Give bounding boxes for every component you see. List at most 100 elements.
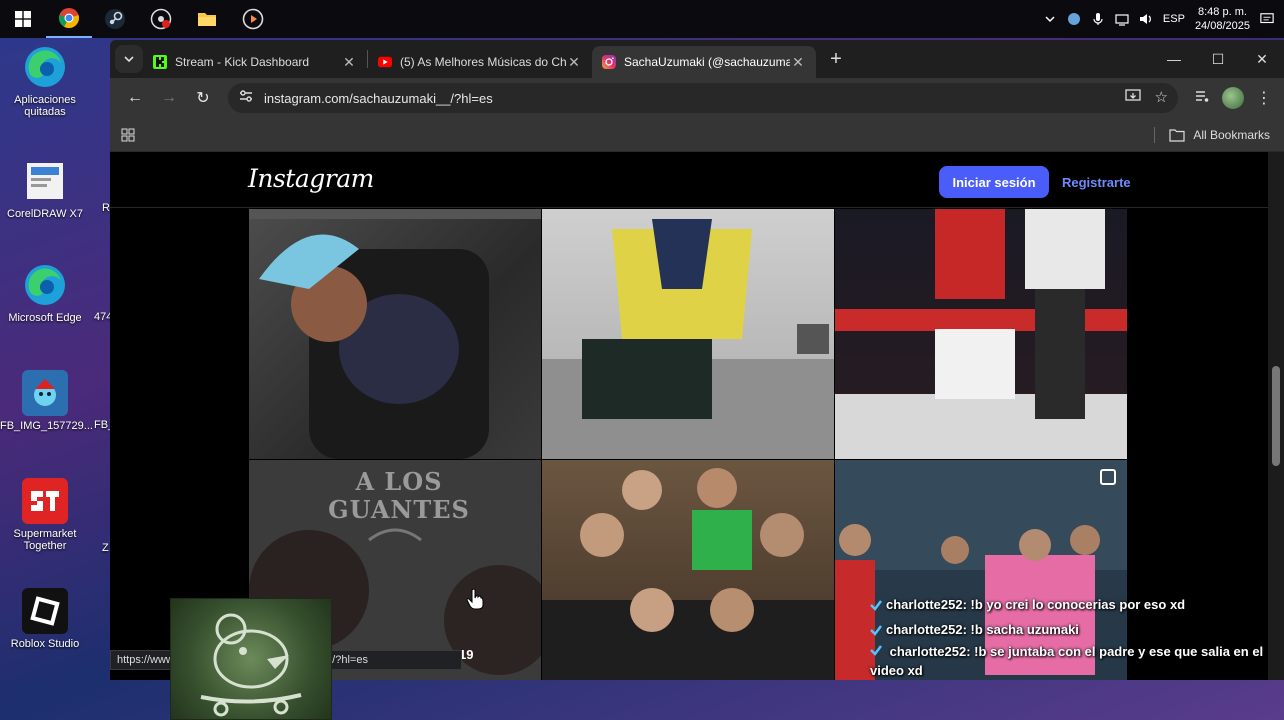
close-tab-icon[interactable]: ✕: [341, 54, 357, 71]
more-menu-icon[interactable]: ⋮: [1256, 88, 1272, 108]
taskbar-chrome[interactable]: [46, 0, 92, 38]
post-tile[interactable]: [542, 209, 834, 459]
post-tile[interactable]: [542, 460, 834, 680]
youtube-icon: [378, 55, 392, 69]
taskbar-recorder[interactable]: [138, 0, 184, 38]
image-file-icon: [22, 370, 68, 416]
forward-button[interactable]: →: [152, 83, 186, 113]
edge-icon: [22, 44, 68, 90]
desktop-icon-supermarket[interactable]: Supermarket Together: [0, 478, 90, 552]
clock[interactable]: 8:48 p. m. 24/08/2025: [1195, 5, 1250, 33]
post-tile[interactable]: [835, 209, 1127, 459]
media-controls-icon[interactable]: [1194, 88, 1210, 109]
divider: [1154, 127, 1156, 143]
close-window-button[interactable]: ✕: [1240, 40, 1284, 78]
microphone-icon[interactable]: [1091, 12, 1105, 26]
page-scrollbar[interactable]: [1268, 152, 1284, 680]
reload-button[interactable]: ↻: [186, 83, 220, 113]
post-image: [542, 219, 834, 459]
chevron-up-icon[interactable]: [1043, 12, 1057, 26]
tab-title: SachaUzumaki (@sachauzumak: [624, 55, 790, 69]
tab-instagram[interactable]: SachaUzumaki (@sachauzumak ✕: [592, 46, 816, 78]
steam-tray-icon[interactable]: [1067, 12, 1081, 26]
folder-icon: [1169, 129, 1185, 142]
desktop-icon-label: Supermarket Together: [13, 528, 77, 552]
apps-grid-icon[interactable]: [118, 125, 138, 145]
close-tab-icon[interactable]: ✕: [790, 54, 806, 71]
chat-badge-icon: [870, 644, 882, 656]
tab-title: (5) As Melhores Músicas do Chu: [400, 55, 566, 69]
install-app-icon[interactable]: [1124, 88, 1141, 109]
maximize-button[interactable]: ☐: [1196, 40, 1240, 78]
clock-time: 8:48 p. m.: [1198, 6, 1247, 18]
edge-icon: [22, 262, 68, 308]
signup-link[interactable]: Registrarte: [1062, 166, 1131, 198]
desktop-icon-edge[interactable]: Microsoft Edge: [0, 262, 90, 324]
taskbar-file-explorer[interactable]: [184, 0, 230, 38]
chat-username: charlotte252: [889, 644, 967, 659]
volume-icon[interactable]: [1139, 12, 1153, 26]
url-text: instagram.com/sachauzumaki__/?hl=es: [264, 90, 493, 106]
star-icon[interactable]: ☆: [1155, 88, 1168, 109]
desktop-icon-coreldraw[interactable]: CorelDRAW X7: [0, 158, 90, 220]
window-controls: — ☐ ✕: [1152, 40, 1284, 78]
kick-icon: [153, 55, 167, 69]
post-image: [249, 209, 541, 459]
arrow-left-icon: ←: [127, 89, 143, 106]
browser-toolbar: ← → ↻ instagram.com/sachauzumaki__/?hl=e…: [110, 78, 1284, 118]
tab-strip: Stream - Kick Dashboard ✕ (5) As Melhore…: [110, 40, 1284, 78]
browser-window: Stream - Kick Dashboard ✕ (5) As Melhore…: [110, 40, 1284, 680]
login-button[interactable]: Iniciar sesión: [939, 166, 1049, 198]
instagram-icon: [602, 55, 616, 69]
post-image: [542, 468, 834, 680]
plus-icon: +: [830, 47, 842, 70]
new-tab-button[interactable]: +: [822, 45, 850, 73]
post-image: [835, 209, 1127, 459]
back-button[interactable]: ←: [118, 83, 152, 113]
clock-date: 24/08/2025: [1194, 20, 1250, 32]
language-indicator[interactable]: ESP: [1163, 13, 1185, 25]
chat-username: charlotte252: [886, 597, 963, 612]
all-bookmarks-button[interactable]: All Bookmarks: [1154, 118, 1270, 152]
arrow-right-icon: →: [161, 89, 177, 106]
taskbar-media-player[interactable]: [230, 0, 276, 38]
minimize-button[interactable]: —: [1152, 40, 1196, 78]
taskbar: ESP 8:48 p. m. 24/08/2025: [0, 0, 1284, 38]
taskbar-steam[interactable]: [92, 0, 138, 38]
close-icon: ✕: [1256, 50, 1268, 67]
chat-username: charlotte252: [886, 622, 963, 637]
tab-kick-dashboard[interactable]: Stream - Kick Dashboard ✕: [143, 46, 367, 78]
reload-icon: ↻: [196, 90, 210, 107]
notifications-icon[interactable]: [1260, 12, 1274, 26]
webcam-overlay: [170, 598, 332, 720]
desktop-icon-label: Aplicaciones quitadas: [14, 94, 76, 118]
chat-message: charlotte252: !b sacha uzumaki: [870, 617, 1270, 642]
network-icon[interactable]: [1115, 12, 1129, 26]
site-info-icon[interactable]: [238, 88, 254, 109]
instagram-header: Instagram Iniciar sesión Registrarte: [110, 152, 1268, 208]
scrollbar-thumb[interactable]: [1272, 366, 1280, 466]
folder-icon: [198, 13, 216, 26]
profile-avatar[interactable]: [1222, 87, 1244, 109]
tab-search-button[interactable]: [115, 45, 143, 73]
close-tab-icon[interactable]: ✕: [566, 54, 582, 71]
coreldraw-icon: [22, 158, 68, 204]
post-tile[interactable]: [249, 209, 541, 459]
instagram-logo[interactable]: Instagram: [248, 164, 374, 193]
hand-cursor-icon: [466, 588, 484, 610]
desktop-icon-roblox-studio[interactable]: Roblox Studio: [0, 588, 90, 650]
stream-chat-overlay: charlotte252: !b yo crei lo conocerias p…: [870, 592, 1270, 680]
chat-message: charlotte252: !b se juntaba con el padre…: [870, 644, 1264, 678]
desktop-icon-fb-img[interactable]: FB_IMG_157729...: [0, 370, 93, 432]
tab-youtube[interactable]: (5) As Melhores Músicas do Chu ✕: [368, 46, 592, 78]
minimize-icon: —: [1167, 51, 1181, 67]
start-button[interactable]: [0, 0, 46, 38]
toolbar-actions: ⋮: [1194, 87, 1272, 109]
chevron-down-icon: [124, 56, 134, 63]
desktop-icon-aplicaciones[interactable]: Aplicaciones quitadas: [0, 44, 90, 118]
desktop-icon-label: FB_IMG_157729...: [0, 420, 93, 432]
address-bar[interactable]: instagram.com/sachauzumaki__/?hl=es ☆: [228, 83, 1178, 113]
chrome-icon: [59, 8, 79, 29]
chat-badge-icon: [870, 599, 882, 611]
steam-icon: [105, 9, 125, 29]
